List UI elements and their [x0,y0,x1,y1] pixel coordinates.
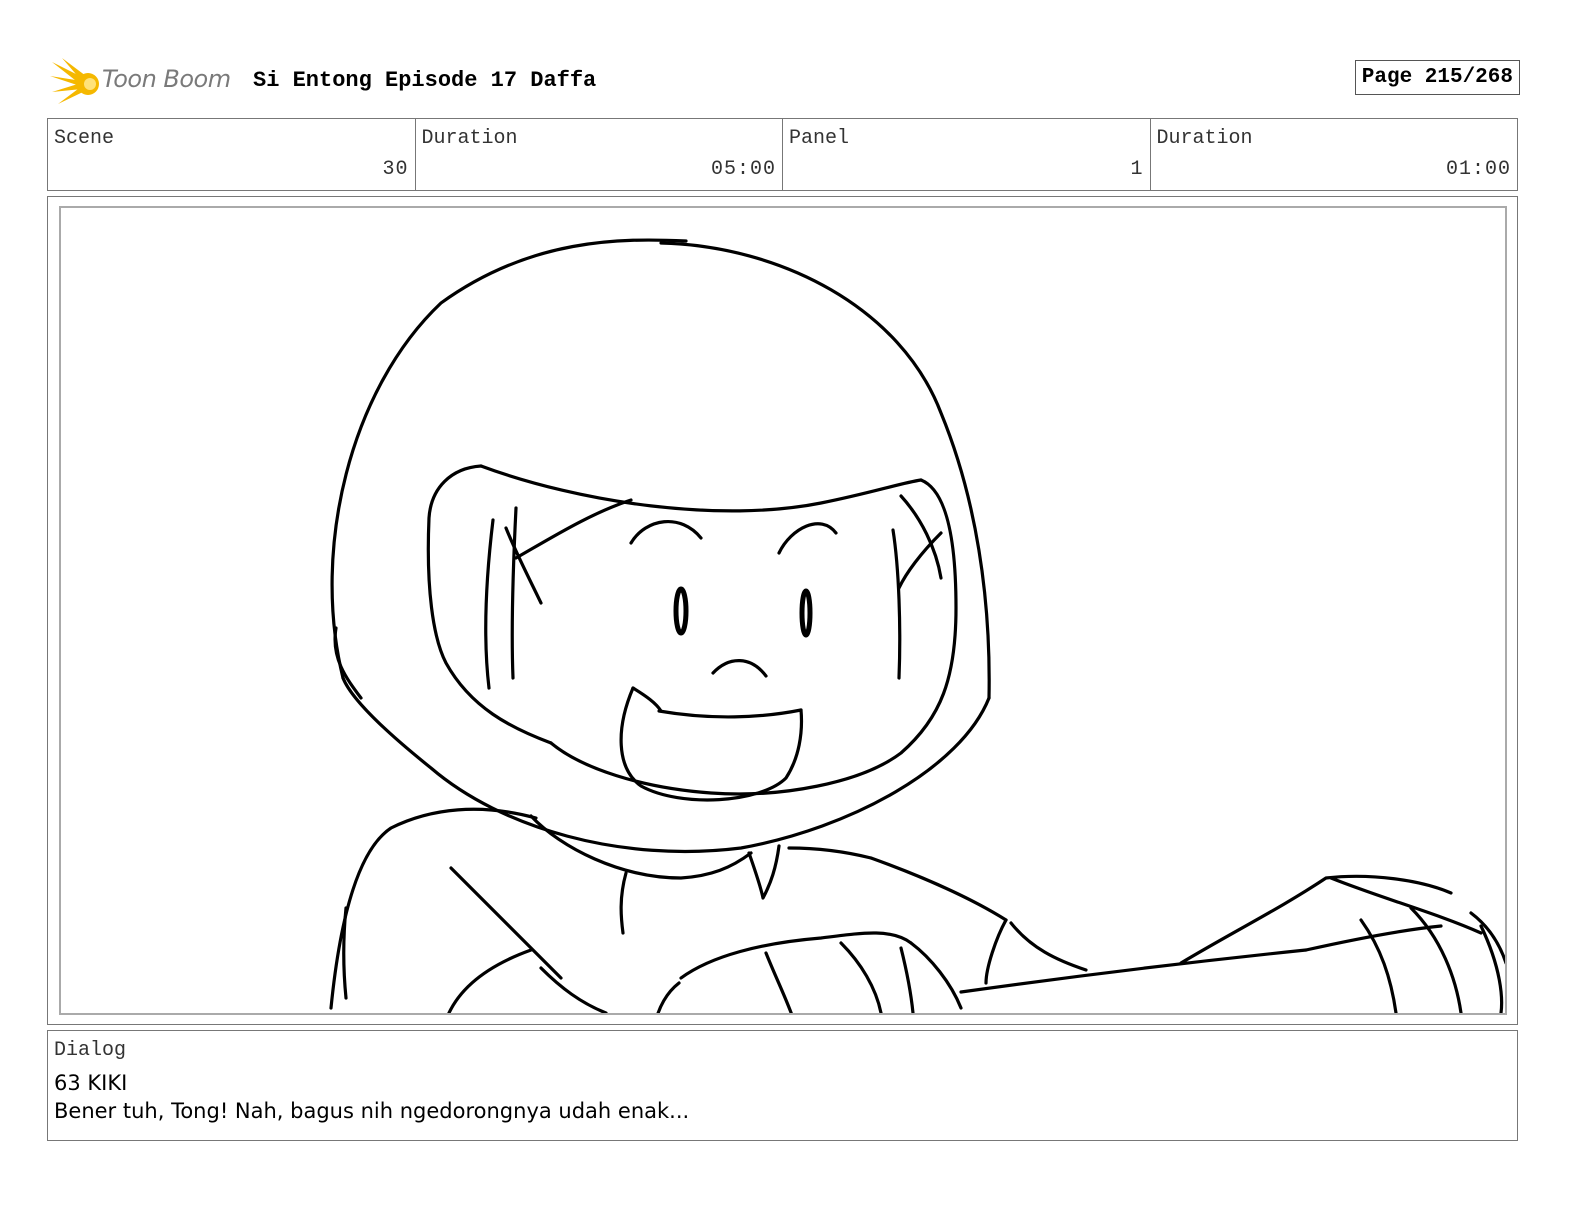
right-eye [799,588,813,638]
panel-duration-cell: Duration 01:00 [1151,119,1518,190]
dialog-box: Dialog 63 KIKI Bener tuh, Tong! Nah, bag… [47,1030,1518,1141]
panel-value: 1 [1130,158,1144,181]
shirt-right [869,856,1008,922]
storyboard-panel [47,196,1518,1025]
scene-duration-value: 05:00 [710,158,776,181]
document-title: Si Entong Episode 17 Daffa [253,68,597,93]
right-eyebrow [777,522,838,555]
scene-info-row: Scene 30 Duration 05:00 Panel 1 Duration… [47,118,1518,191]
panel-cell: Panel 1 [783,119,1151,190]
nose [711,659,768,678]
left-hand [679,931,913,980]
right-hand [1179,874,1453,965]
cart-handle [959,948,1308,994]
left-eyebrow [629,520,703,545]
logo-text: Toon Boom [102,65,231,93]
toon-boom-logo: Toon Boom [50,56,240,108]
panel-frame [59,206,1507,1015]
collar [529,814,753,880]
scene-duration-label: Duration [421,127,518,150]
scene-duration-cell: Duration 05:00 [416,119,783,190]
character-sketch [329,238,1505,1013]
panel-duration-value: 01:00 [1445,158,1511,181]
visor-rim [479,464,923,513]
panel-duration-label: Duration [1156,127,1253,150]
dialog-speaker: 63 KIKI [54,1071,128,1095]
mouth [657,708,803,719]
dialog-label: Dialog [54,1039,127,1062]
helmet-outline [330,238,688,680]
page-header: Toon Boom Si Entong Episode 17 Daffa Pag… [50,56,1520,108]
page-number: Page 215/268 [1354,60,1520,95]
shirt-left [329,807,538,1010]
dialog-text: Bener tuh, Tong! Nah, bagus nih ngedoron… [54,1099,690,1123]
panel-label: Panel [789,127,850,150]
scene-label: Scene [54,127,115,150]
scene-value: 30 [382,158,409,181]
scene-cell: Scene 30 [48,119,416,190]
sunburst-icon [50,58,99,104]
left-eye [673,586,689,636]
